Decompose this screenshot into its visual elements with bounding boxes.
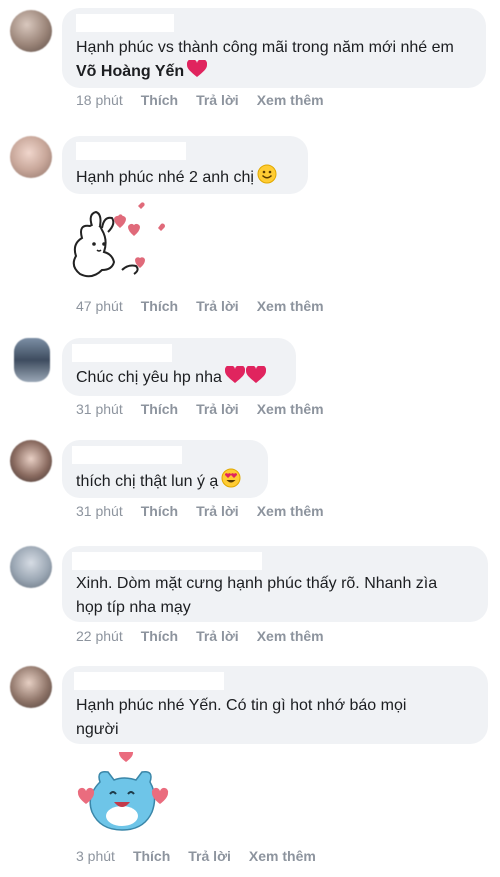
comment-text-body: thích chị thật lun ý ạ <box>76 473 219 490</box>
author-name-redacted[interactable] <box>72 344 172 362</box>
red-heart-icon <box>224 364 245 392</box>
comment-text-body: Chúc chị yêu hp nha <box>76 369 222 386</box>
see-more-button[interactable]: Xem thêm <box>257 298 324 314</box>
comment-text-prefix: Hạnh phúc vs thành công mãi trong năm mớ… <box>76 39 454 56</box>
reply-button[interactable]: Trả lời <box>196 298 239 314</box>
comment-text-body: Hạnh phúc nhé 2 anh chị <box>76 169 254 186</box>
blue-cat-hearts-sticker[interactable] <box>72 748 176 842</box>
see-more-button[interactable]: Xem thêm <box>249 848 316 864</box>
comment-text: Chúc chị yêu hp nha <box>76 364 266 392</box>
author-name-redacted[interactable] <box>72 552 262 570</box>
comment-text: Hạnh phúc nhé 2 anh chị <box>76 164 277 192</box>
like-button[interactable]: Thích <box>141 298 178 314</box>
avatar[interactable] <box>10 440 52 482</box>
like-button[interactable]: Thích <box>141 503 178 519</box>
comment-actions: 31 phút Thích Trả lời Xem thêm <box>76 503 342 519</box>
author-name-redacted[interactable] <box>76 142 186 160</box>
like-button[interactable]: Thích <box>141 92 178 108</box>
comment-text-line-1: Hạnh phúc nhé Yến. Có tin gì hot nhớ báo… <box>76 697 407 714</box>
comment-bubble: Hạnh phúc nhé Yến. Có tin gì hot nhớ báo… <box>62 666 488 744</box>
comment-actions: 22 phút Thích Trả lời Xem thêm <box>76 628 342 644</box>
comment-time[interactable]: 31 phút <box>76 503 123 519</box>
see-more-button[interactable]: Xem thêm <box>257 401 324 417</box>
comment-text: thích chị thật lun ý ạ <box>76 468 241 496</box>
comment-time[interactable]: 18 phút <box>76 92 123 108</box>
reply-button[interactable]: Trả lời <box>196 92 239 108</box>
avatar[interactable] <box>10 546 52 588</box>
see-more-button[interactable]: Xem thêm <box>257 628 324 644</box>
avatar[interactable] <box>10 10 52 52</box>
smiling-face-icon <box>257 164 277 192</box>
author-name-redacted[interactable] <box>72 446 182 464</box>
reply-button[interactable]: Trả lời <box>196 503 239 519</box>
reply-button[interactable]: Trả lời <box>196 628 239 644</box>
comment-text: Hạnh phúc vs thành công mãi trong năm mớ… <box>76 36 476 86</box>
avatar[interactable] <box>14 338 50 382</box>
comment-text-line-1: Xinh. Dòm mặt cưng hạnh phúc thấy rõ. Nh… <box>76 575 438 592</box>
author-name-redacted[interactable] <box>74 672 224 690</box>
comment-actions: 18 phút Thích Trả lời Xem thêm <box>76 92 342 108</box>
comment-time[interactable]: 47 phút <box>76 298 123 314</box>
red-heart-icon <box>187 58 208 86</box>
see-more-button[interactable]: Xem thêm <box>257 503 324 519</box>
comment-bubble: thích chị thật lun ý ạ <box>62 440 268 498</box>
comment-time[interactable]: 31 phút <box>76 401 123 417</box>
reply-button[interactable]: Trả lời <box>196 401 239 417</box>
avatar[interactable] <box>10 666 52 708</box>
comment-bubble: Hạnh phúc vs thành công mãi trong năm mớ… <box>62 8 486 88</box>
comment-bubble: Xinh. Dòm mặt cưng hạnh phúc thấy rõ. Nh… <box>62 546 488 622</box>
avatar[interactable] <box>10 136 52 178</box>
see-more-button[interactable]: Xem thêm <box>257 92 324 108</box>
comment-actions: 47 phút Thích Trả lời Xem thêm <box>76 298 342 314</box>
author-name-redacted[interactable] <box>76 14 174 32</box>
heart-eyes-icon <box>221 468 241 496</box>
comment-bubble: Hạnh phúc nhé 2 anh chị <box>62 136 308 194</box>
like-button[interactable]: Thích <box>141 401 178 417</box>
comment-time[interactable]: 22 phút <box>76 628 123 644</box>
comment-text-line-2: người <box>76 721 119 738</box>
comment-text: Xinh. Dòm mặt cưng hạnh phúc thấy rõ. Nh… <box>76 572 480 620</box>
comment-actions: 31 phút Thích Trả lời Xem thêm <box>76 401 342 417</box>
bunny-hearts-sticker[interactable] <box>72 198 172 290</box>
comment-bubble: Chúc chị yêu hp nha <box>62 338 296 396</box>
reply-button[interactable]: Trả lời <box>188 848 231 864</box>
comment-actions: 3 phút Thích Trả lời Xem thêm <box>76 848 334 864</box>
red-heart-icon <box>245 364 266 392</box>
comment-time[interactable]: 3 phút <box>76 848 115 864</box>
like-button[interactable]: Thích <box>141 628 178 644</box>
mentioned-user[interactable]: Võ Hoàng Yến <box>76 63 184 80</box>
like-button[interactable]: Thích <box>133 848 170 864</box>
comment-text: Hạnh phúc nhé Yến. Có tin gì hot nhớ báo… <box>76 694 480 742</box>
comment-text-line-2: họp típ nha mạy <box>76 599 191 616</box>
